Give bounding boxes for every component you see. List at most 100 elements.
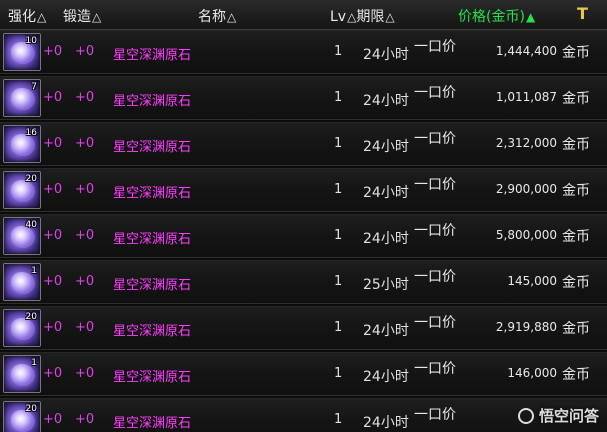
- price-value: 5,800,000: [495, 228, 557, 242]
- price-value: 1,444,400: [495, 44, 557, 58]
- stack-count: 16: [25, 128, 37, 138]
- sort-arrow-active-icon: ▲: [525, 10, 536, 24]
- stack-count: 40: [25, 220, 37, 230]
- qianghua-value: +0: [43, 412, 63, 427]
- item-name: 星空深渊原石: [113, 140, 192, 155]
- qianghua-value: +0: [43, 366, 63, 381]
- duanzao-value: +0: [75, 136, 95, 151]
- currency-label: 金币: [562, 183, 590, 199]
- price-value: 146,000: [507, 366, 557, 380]
- item-level: 1: [334, 366, 343, 381]
- item-level: 1: [334, 136, 343, 151]
- sale-type: 一口价: [414, 315, 456, 331]
- time-remaining: 25小时: [363, 277, 409, 293]
- duanzao-label: 锻造: [63, 9, 91, 25]
- lv-label: Lv: [330, 9, 347, 25]
- list-item[interactable]: 16 +0 +0 星空深渊原石 1 24小时 一口价 2,312,000 金币: [0, 122, 607, 166]
- item-level: 1: [334, 412, 343, 427]
- item-slot[interactable]: 7: [3, 79, 41, 117]
- time-remaining: 24小时: [363, 323, 409, 339]
- item-name: 星空深渊原石: [113, 416, 192, 431]
- sort-arrow-icon: △: [227, 10, 237, 24]
- sort-by-duanzao[interactable]: 锻造△: [63, 6, 101, 26]
- item-level: 1: [334, 182, 343, 197]
- price-value: 2,919,880: [495, 320, 557, 334]
- currency-label: 金币: [562, 367, 590, 383]
- hammer-icon[interactable]: T: [577, 4, 588, 23]
- item-level: 1: [334, 228, 343, 243]
- sale-type: 一口价: [414, 85, 456, 101]
- duanzao-value: +0: [75, 182, 95, 197]
- item-name: 星空深渊原石: [113, 278, 192, 293]
- sort-arrow-icon: △: [347, 10, 357, 24]
- item-slot[interactable]: 20: [3, 401, 41, 432]
- item-level: 1: [334, 44, 343, 59]
- stack-count: 20: [25, 312, 37, 322]
- list-item[interactable]: 1 +0 +0 星空深渊原石 1 25小时 一口价 145,000 金币: [0, 260, 607, 304]
- sort-by-price[interactable]: 价格(金币)▲: [458, 6, 535, 26]
- list-item[interactable]: 1 +0 +0 星空深渊原石 1 24小时 一口价 146,000 金币: [0, 352, 607, 396]
- item-name: 星空深渊原石: [113, 94, 192, 109]
- qianghua-value: +0: [43, 90, 63, 105]
- time-remaining: 24小时: [363, 47, 409, 63]
- currency-label: 金币: [562, 137, 590, 153]
- list-item[interactable]: 7 +0 +0 星空深渊原石 1 24小时 一口价 1,011,087 金币: [0, 76, 607, 120]
- list-item[interactable]: 10 +0 +0 星空深渊原石 1 24小时 一口价 1,444,400 金币: [0, 30, 607, 74]
- price-label: 价格(金币): [458, 9, 525, 25]
- item-name: 星空深渊原石: [113, 48, 192, 63]
- list-item[interactable]: 20 +0 +0 星空深渊原石 1 24小时 一口价: [0, 398, 607, 432]
- period-label: 期限: [356, 9, 385, 25]
- stack-count: 10: [25, 36, 37, 46]
- list-item[interactable]: 20 +0 +0 星空深渊原石 1 24小时 一口价 2,900,000 金币: [0, 168, 607, 212]
- price-value: 2,312,000: [495, 136, 557, 150]
- stack-count: 20: [25, 174, 37, 184]
- sort-arrow-icon: △: [385, 10, 395, 24]
- watermark-text: 悟空问答: [538, 407, 599, 425]
- list-item[interactable]: 20 +0 +0 星空深渊原石 1 24小时 一口价 2,919,880 金币: [0, 306, 607, 350]
- time-remaining: 24小时: [363, 139, 409, 155]
- item-slot[interactable]: 10: [3, 33, 41, 71]
- item-slot[interactable]: 20: [3, 309, 41, 347]
- item-slot[interactable]: 20: [3, 171, 41, 209]
- qianghua-value: +0: [43, 228, 63, 243]
- sale-type: 一口价: [414, 39, 456, 55]
- sort-by-lv-and-period[interactable]: Lv△期限△: [330, 6, 395, 26]
- item-name: 星空深渊原石: [113, 370, 192, 385]
- stack-count: 1: [31, 266, 37, 276]
- item-slot[interactable]: 16: [3, 125, 41, 163]
- sort-by-qianghua[interactable]: 强化△: [8, 6, 46, 26]
- currency-label: 金币: [562, 321, 590, 337]
- sale-type: 一口价: [414, 361, 456, 377]
- item-slot[interactable]: 1: [3, 263, 41, 301]
- item-name: 星空深渊原石: [113, 232, 192, 247]
- duanzao-value: +0: [75, 44, 95, 59]
- currency-label: 金币: [562, 91, 590, 107]
- item-level: 1: [334, 90, 343, 105]
- sale-type: 一口价: [414, 407, 456, 423]
- qianghua-value: +0: [43, 320, 63, 335]
- name-label: 名称: [198, 9, 226, 25]
- sort-by-name[interactable]: 名称△: [198, 6, 236, 26]
- time-remaining: 24小时: [363, 231, 409, 247]
- sort-arrow-icon: △: [37, 10, 47, 24]
- duanzao-value: +0: [75, 90, 95, 105]
- qianghua-value: +0: [43, 182, 63, 197]
- item-slot[interactable]: 1: [3, 355, 41, 393]
- time-remaining: 24小时: [363, 93, 409, 109]
- duanzao-value: +0: [75, 274, 95, 289]
- price-value: 2,900,000: [495, 182, 557, 196]
- sale-type: 一口价: [414, 269, 456, 285]
- stack-count: 1: [31, 358, 37, 368]
- item-slot[interactable]: 40: [3, 217, 41, 255]
- list-item[interactable]: 40 +0 +0 星空深渊原石 1 24小时 一口价 5,800,000 金币: [0, 214, 607, 258]
- watermark: 悟空问答: [517, 405, 599, 426]
- price-value: 1,011,087: [495, 90, 557, 104]
- item-name: 星空深渊原石: [113, 324, 192, 339]
- duanzao-value: +0: [75, 228, 95, 243]
- duanzao-value: +0: [75, 412, 95, 427]
- duanzao-value: +0: [75, 366, 95, 381]
- currency-label: 金币: [562, 229, 590, 245]
- duanzao-value: +0: [75, 320, 95, 335]
- time-remaining: 24小时: [363, 415, 409, 431]
- time-remaining: 24小时: [363, 185, 409, 201]
